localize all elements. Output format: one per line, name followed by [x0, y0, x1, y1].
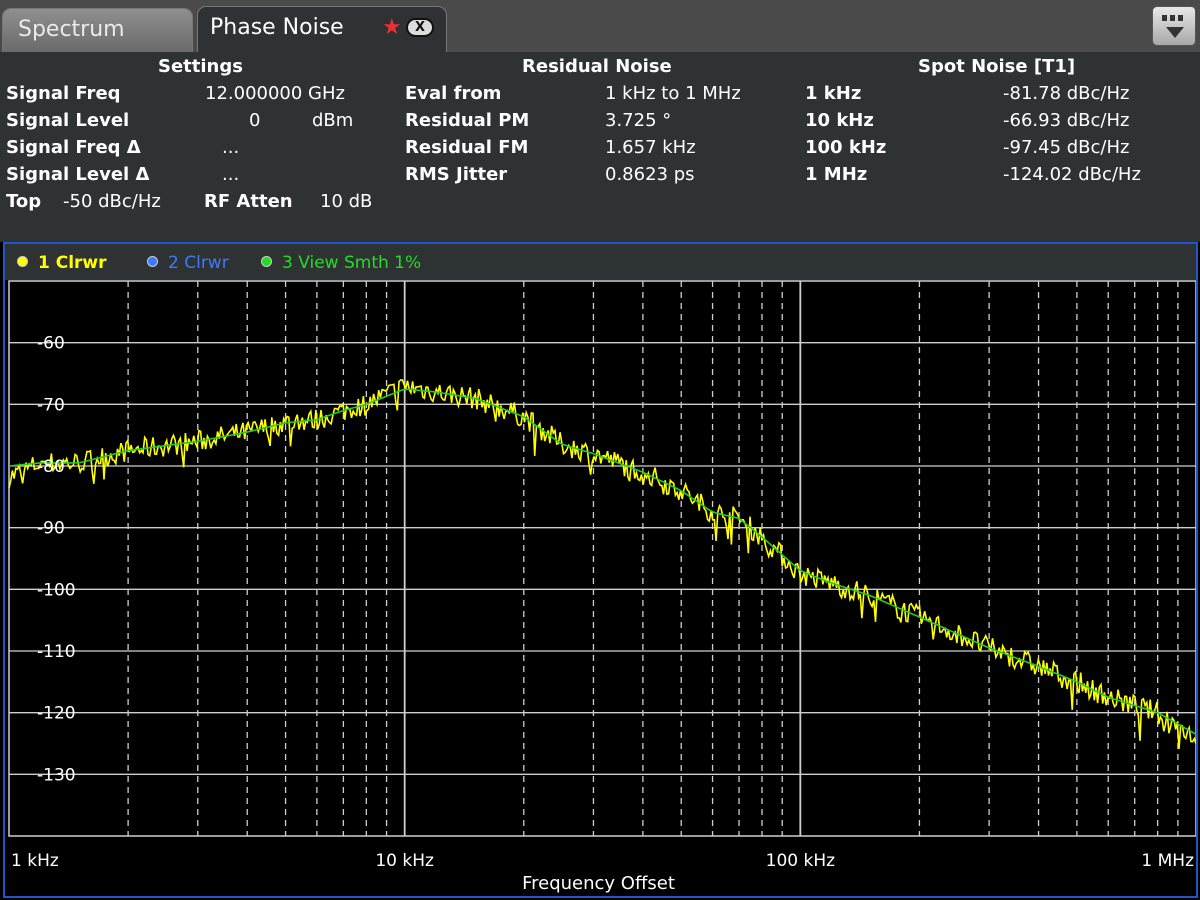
phase-noise-diagram[interactable]: 1 Clrwr 2 Clrwr 3 View Smth 1% -60 -70 -80…	[3, 242, 1198, 898]
settings-title: Settings	[158, 56, 243, 77]
settings-label: Signal Freq Δ	[6, 137, 141, 158]
y-tick-label: -100	[37, 580, 76, 600]
tab-phase-noise-label: Phase Noise	[210, 15, 344, 40]
settings-unit: dBm	[312, 110, 354, 131]
spot-noise-title: Spot Noise [T1]	[918, 56, 1076, 77]
y-tick-label: -90	[37, 519, 65, 539]
x-tick-label: 1 MHz	[1141, 851, 1194, 871]
x-tick-label: 1 kHz	[11, 851, 59, 871]
residual-label: Eval from	[405, 83, 502, 104]
residual-noise-title: Residual Noise	[522, 56, 672, 77]
menu-dots-icon	[1162, 15, 1186, 21]
residual-label: Residual PM	[405, 110, 530, 131]
x-tick-label: 100 kHz	[766, 851, 835, 871]
chart-traces	[8, 379, 1196, 749]
trace-3-line	[8, 388, 1196, 735]
residual-value: 1.657 kHz	[605, 137, 696, 158]
tab-spectrum-label: Spectrum	[18, 17, 125, 42]
settings-value: 12.000000 GHz	[205, 83, 345, 104]
top-value: -50 dBc/Hz	[63, 191, 161, 212]
rf-atten-label: RF Atten	[204, 191, 293, 212]
close-tab-icon[interactable]: X	[406, 18, 434, 37]
window-menu-button[interactable]	[1152, 6, 1196, 46]
chart-plot[interactable]: -60-70-80-90-100-110-120-1301 kHz 10 kHz 1…	[5, 244, 1196, 896]
rf-atten-value: 10 dB	[320, 191, 373, 212]
pin-icon: ★	[382, 15, 402, 40]
spot-label: 1 MHz	[805, 164, 868, 185]
y-tick-label: -70	[37, 395, 65, 415]
trace-1-line	[8, 379, 1196, 749]
settings-label: Signal Freq	[6, 83, 121, 104]
residual-value: 1 kHz to 1 MHz	[605, 83, 741, 104]
tab-phase-noise[interactable]: Phase Noise ★ X	[197, 6, 447, 52]
plot-frame	[8, 280, 1196, 837]
settings-label: Signal Level	[6, 110, 130, 131]
x-tick-label: 10 kHz	[375, 851, 434, 871]
spot-value: -66.93 dBc/Hz	[1003, 110, 1130, 131]
top-label: Top	[6, 191, 42, 212]
chevron-down-icon	[1166, 27, 1184, 38]
x-axis-title: Frequency Offset	[522, 873, 675, 894]
y-tick-label: -60	[37, 334, 65, 354]
info-panel: Settings Signal Freq 12.000000 GHz Signa…	[0, 52, 1200, 242]
spot-label: 100 kHz	[805, 137, 887, 158]
spot-label: 10 kHz	[805, 110, 874, 131]
spot-value: -97.45 dBc/Hz	[1003, 137, 1130, 158]
settings-label: Signal Level Δ	[6, 164, 150, 185]
chart-grid	[8, 280, 1196, 837]
spot-label: 1 kHz	[805, 83, 862, 104]
residual-label: Residual FM	[405, 137, 529, 158]
spot-value: -124.02 dBc/Hz	[1003, 164, 1141, 185]
y-tick-label: -120	[37, 704, 76, 724]
spot-value: -81.78 dBc/Hz	[1003, 83, 1130, 104]
settings-value: ...	[222, 164, 240, 185]
residual-value: 3.725 °	[605, 110, 672, 131]
residual-value: 0.8623 ps	[605, 164, 695, 185]
settings-value: ...	[222, 137, 240, 158]
chart-labels: -60 -70 -80 -90 -100 -110 -120 -130 1 kHz 10 kHz 1…	[11, 334, 1194, 894]
y-tick-label: -130	[37, 765, 76, 785]
y-tick-label: -80	[37, 457, 65, 477]
tab-bar: Spectrum Phase Noise ★ X	[0, 0, 1200, 52]
y-tick-label: -110	[37, 642, 76, 662]
settings-value: 0	[249, 110, 261, 131]
tab-spectrum[interactable]: Spectrum	[2, 8, 193, 52]
residual-label: RMS Jitter	[405, 164, 508, 185]
